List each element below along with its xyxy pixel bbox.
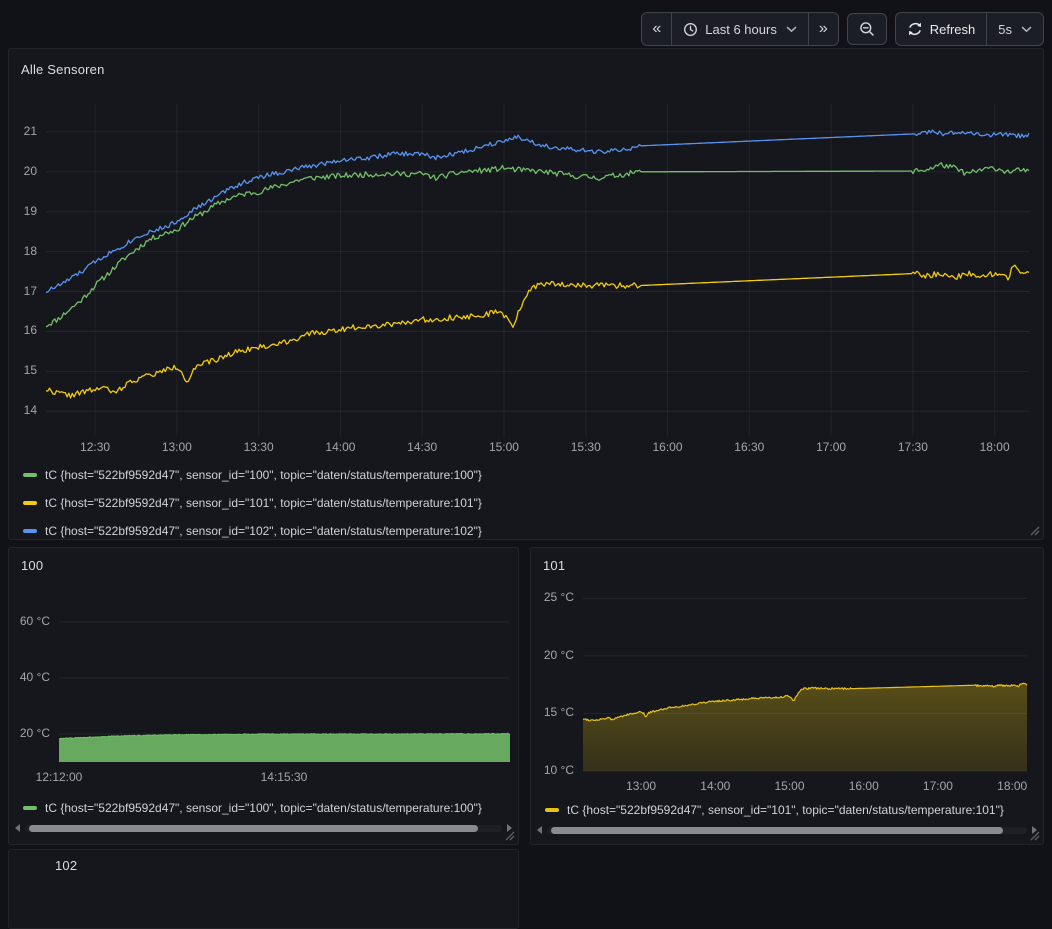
x-axis-tick-label: 13:30: [244, 440, 274, 454]
legend-label: tC {host="522bf9592d47", sensor_id="101"…: [45, 496, 482, 510]
panel-resize-handle[interactable]: [1028, 524, 1040, 536]
x-axis-tick-label: 15:00: [489, 440, 519, 454]
x-axis-tick-label: 17:00: [923, 779, 953, 793]
scrollbar-thumb[interactable]: [551, 827, 1003, 834]
panel-sensor-102: 102: [8, 849, 519, 929]
legend-item-sensor-100[interactable]: tC {host="522bf9592d47", sensor_id="100"…: [23, 461, 1035, 489]
area-chart-sensor-101[interactable]: 10 °C 15 °C 20 °C 25 °C 13:00 14:00 15:00 16:00…: [531, 548, 1043, 844]
y-axis-tick-label: 15: [9, 363, 37, 377]
scrollbar-thumb[interactable]: [29, 825, 478, 832]
legend-label: tC {host="522bf9592d47", sensor_id="101"…: [567, 803, 1004, 817]
y-axis-tick-label: 20 °C: [9, 726, 50, 740]
y-axis-tick-label: 18: [9, 244, 37, 258]
y-axis-tick-label: 20: [9, 164, 37, 178]
y-axis-tick-label: 16: [9, 323, 37, 337]
x-axis-tick-label: 12:12:00: [36, 770, 83, 784]
time-shift-forward-button[interactable]: »: [808, 13, 838, 45]
time-picker-group: « Last 6 hours »: [641, 12, 838, 46]
x-axis-tick-label: 17:00: [816, 440, 846, 454]
chevron-down-icon: [1021, 26, 1032, 33]
legend-item-sensor-102[interactable]: tC {host="522bf9592d47", sensor_id="102"…: [23, 517, 1035, 545]
legend-scrollbar[interactable]: [15, 822, 512, 834]
x-axis-tick-label: 14:00: [700, 779, 730, 793]
legend-scrollbar[interactable]: [537, 824, 1037, 836]
x-axis-tick-label: 16:00: [653, 440, 683, 454]
x-axis-tick-label: 18:00: [997, 779, 1027, 793]
refresh-button[interactable]: Refresh: [896, 13, 987, 45]
panel-alle-sensoren: Alle Sensoren 141516171819202112:3013:00…: [8, 48, 1044, 540]
x-axis-tick-label: 16:00: [849, 779, 879, 793]
panel-title: 102: [55, 858, 77, 873]
refresh-sync-icon: [907, 21, 923, 37]
legend-item-sensor-100[interactable]: tC {host="522bf9592d47", sensor_id="100"…: [23, 800, 510, 816]
time-range-picker-button[interactable]: Last 6 hours: [671, 13, 808, 45]
dashboard-time-controls: « Last 6 hours »: [641, 13, 1044, 45]
y-axis-tick-label: 25 °C: [531, 590, 574, 604]
x-axis-tick-label: 15:30: [571, 440, 601, 454]
y-axis-tick-label: 15 °C: [531, 705, 574, 719]
scroll-left-arrow-icon[interactable]: [537, 826, 542, 834]
x-axis-tick-label: 13:00: [626, 779, 656, 793]
x-axis-tick-label: 17:30: [898, 440, 928, 454]
refresh-group: Refresh 5s: [895, 12, 1044, 46]
legend-swatch: [23, 473, 37, 477]
y-axis-tick-label: 40 °C: [9, 670, 50, 684]
grafana-dashboard: « Last 6 hours »: [0, 0, 1052, 865]
y-axis-tick-label: 21: [9, 124, 37, 138]
x-axis-tick-label: 16:30: [734, 440, 764, 454]
refresh-label: Refresh: [930, 22, 976, 37]
legend-swatch: [545, 808, 559, 812]
x-axis-tick-label: 15:00: [775, 779, 805, 793]
time-range-label: Last 6 hours: [705, 22, 777, 37]
chart-legend: tC {host="522bf9592d47", sensor_id="100"…: [23, 461, 1035, 545]
y-axis-tick-label: 14: [9, 403, 37, 417]
y-axis-tick-label: 20 °C: [531, 648, 574, 662]
legend-swatch: [23, 529, 37, 533]
chart-legend: tC {host="522bf9592d47", sensor_id="100"…: [23, 800, 510, 816]
x-axis-tick-label: 18:00: [980, 440, 1010, 454]
y-axis-tick-label: 10 °C: [531, 763, 574, 777]
panel-sensor-101: 101 10 °C15 °C20 °C25 °C13:0014:0015:001…: [530, 547, 1044, 845]
legend-item-sensor-101[interactable]: tC {host="522bf9592d47", sensor_id="101"…: [23, 489, 1035, 517]
time-shift-back-button[interactable]: «: [642, 13, 671, 45]
x-axis-tick-label: 14:30: [407, 440, 437, 454]
legend-item-sensor-101[interactable]: tC {host="522bf9592d47", sensor_id="101"…: [545, 802, 1035, 818]
legend-label: tC {host="522bf9592d47", sensor_id="102"…: [45, 524, 482, 538]
panel-sensor-100: 100 20 °C40 °C60 °C12:12:0014:15:30 tC {…: [8, 547, 519, 845]
legend-label: tC {host="522bf9592d47", sensor_id="100"…: [45, 468, 482, 482]
magnifier-zoom-out-icon: [859, 21, 875, 37]
chart-legend: tC {host="522bf9592d47", sensor_id="101"…: [545, 802, 1035, 818]
x-axis-tick-label: 13:00: [162, 440, 192, 454]
refresh-interval-dropdown[interactable]: 5s: [986, 13, 1043, 45]
y-axis-tick-label: 19: [9, 204, 37, 218]
clock-icon: [683, 22, 698, 37]
y-axis-tick-label: 17: [9, 284, 37, 298]
y-axis-tick-label: 60 °C: [9, 614, 50, 628]
legend-swatch: [23, 806, 37, 810]
panel-resize-handle[interactable]: [503, 829, 515, 841]
x-axis-tick-label: 14:15:30: [261, 770, 308, 784]
legend-swatch: [23, 501, 37, 505]
scroll-left-arrow-icon[interactable]: [15, 824, 20, 832]
chevron-down-icon: [786, 26, 797, 33]
x-axis-tick-label: 14:00: [325, 440, 355, 454]
zoom-out-time-button[interactable]: [847, 13, 887, 45]
panel-resize-handle[interactable]: [1028, 829, 1040, 841]
legend-label: tC {host="522bf9592d47", sensor_id="100"…: [45, 801, 482, 815]
refresh-interval-value: 5s: [998, 22, 1012, 37]
x-axis-tick-label: 12:30: [80, 440, 110, 454]
